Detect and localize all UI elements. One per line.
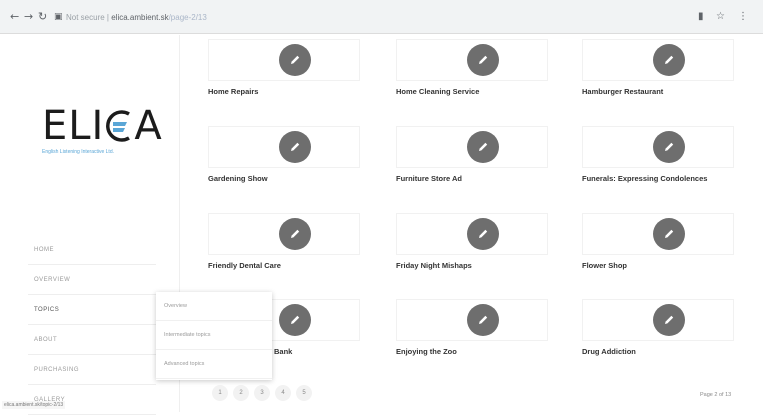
- topic-card[interactable]: Enjoying the Zoo: [382, 299, 552, 359]
- pencil-icon: [467, 44, 499, 76]
- card-title[interactable]: Home Repairs: [208, 87, 258, 96]
- sidebar-item-gallery[interactable]: GALLERY: [28, 385, 156, 415]
- logo-c-icon: [105, 109, 133, 143]
- topic-card[interactable]: Funerals: Expressing Condolences: [568, 126, 738, 186]
- pencil-icon: [467, 218, 499, 250]
- forward-icon[interactable]: →: [24, 11, 33, 23]
- card-title[interactable]: Enjoying the Zoo: [396, 347, 457, 356]
- topic-card[interactable]: Friday Night Mishaps: [382, 213, 552, 273]
- card-title[interactable]: Gardening Show: [208, 174, 268, 183]
- topic-card[interactable]: Friendly Dental Care: [194, 213, 364, 273]
- menu-icon[interactable]: ⋮: [738, 11, 748, 23]
- address-prefix: Not secure |: [66, 13, 109, 22]
- card-thumbnail[interactable]: [208, 213, 360, 255]
- card-thumbnail[interactable]: [396, 126, 548, 168]
- sidebar-item-topics[interactable]: TOPICS: [28, 295, 156, 325]
- pencil-icon: [279, 44, 311, 76]
- card-thumbnail[interactable]: [396, 213, 548, 255]
- topic-card[interactable]: Home Repairs: [194, 39, 364, 99]
- topics-dropdown: Overview Intermediate topics Advanced to…: [156, 292, 272, 380]
- card-thumbnail[interactable]: [582, 299, 734, 341]
- dropdown-item-advanced[interactable]: Advanced topics: [156, 350, 272, 379]
- card-title[interactable]: Hamburger Restaurant: [582, 87, 663, 96]
- back-icon[interactable]: ←: [10, 11, 19, 23]
- page-button[interactable]: 3: [254, 385, 270, 401]
- card-title[interactable]: Friendly Dental Care: [208, 261, 281, 270]
- sidebar-item-home[interactable]: HOME: [28, 235, 156, 265]
- card-thumbnail[interactable]: [396, 39, 548, 81]
- dropdown-item-intermediate[interactable]: Intermediate topics: [156, 321, 272, 350]
- logo-text-left: ELI: [42, 103, 105, 149]
- pencil-icon: [653, 304, 685, 336]
- pencil-icon: [279, 218, 311, 250]
- pencil-icon: [467, 131, 499, 163]
- card-title[interactable]: Home Cleaning Service: [396, 87, 479, 96]
- page-button[interactable]: 5: [296, 385, 312, 401]
- pagination: 1 2 3 4 5: [212, 385, 312, 401]
- sidebar-item-purchasing[interactable]: PURCHASING: [28, 355, 156, 385]
- pencil-icon: [279, 304, 311, 336]
- logo-subtitle: English Listening Interactive Ltd.: [42, 149, 114, 155]
- sidebar-menu: HOME OVERVIEW TOPICS ABOUT PURCHASING GA…: [28, 235, 156, 415]
- page-button[interactable]: 4: [275, 385, 291, 401]
- sidebar-item-about[interactable]: ABOUT: [28, 325, 156, 355]
- topic-card[interactable]: Furniture Store Ad: [382, 126, 552, 186]
- site-info-icon[interactable]: ▣: [54, 11, 63, 23]
- card-title[interactable]: Flower Shop: [582, 261, 627, 270]
- card-thumbnail[interactable]: [582, 126, 734, 168]
- card-thumbnail[interactable]: [208, 126, 360, 168]
- page-button[interactable]: 1: [212, 385, 228, 401]
- card-thumbnail[interactable]: [396, 299, 548, 341]
- sidebar: ELI A English Listening Interactive Ltd.…: [0, 35, 180, 415]
- pencil-icon: [653, 44, 685, 76]
- topic-card[interactable]: Drug Addiction: [568, 299, 738, 359]
- topic-card[interactable]: Gardening Show: [194, 126, 364, 186]
- card-thumbnail[interactable]: [208, 39, 360, 81]
- page-info: Page 2 of 13: [700, 392, 732, 398]
- card-title[interactable]: Friday Night Mishaps: [396, 261, 472, 270]
- pencil-icon: [279, 131, 311, 163]
- browser-toolbar: ← → ↻ ▣ Not secure | elica.ambient.sk/pa…: [0, 0, 763, 34]
- bookmark-star-icon[interactable]: ☆: [716, 11, 725, 23]
- address-host: elica.ambient.sk: [111, 13, 169, 22]
- card-title[interactable]: Funerals: Expressing Condolences: [582, 174, 707, 183]
- topic-card[interactable]: Flower Shop: [568, 213, 738, 273]
- card-title[interactable]: Drug Addiction: [582, 347, 636, 356]
- card-title[interactable]: Furniture Store Ad: [396, 174, 462, 183]
- topic-card[interactable]: Home Cleaning Service: [382, 39, 552, 99]
- pencil-icon: [653, 131, 685, 163]
- status-bar-url: elica.ambient.sk/topic-2/13: [2, 401, 66, 409]
- card-title[interactable]: Bank: [274, 347, 292, 356]
- site-logo[interactable]: ELI A English Listening Interactive Ltd.: [42, 105, 162, 163]
- address-path: /page-2/13: [168, 13, 207, 22]
- sidebar-item-overview[interactable]: OVERVIEW: [28, 265, 156, 295]
- pencil-icon: [653, 218, 685, 250]
- page-button[interactable]: 2: [233, 385, 249, 401]
- logo-text-right: A: [134, 103, 163, 149]
- address-bar[interactable]: Not secure | elica.ambient.sk/page-2/13: [66, 10, 666, 25]
- sidebar-item-label: PURCHASING: [34, 367, 80, 373]
- card-thumbnail[interactable]: [582, 39, 734, 81]
- pencil-icon: [467, 304, 499, 336]
- topic-card[interactable]: Hamburger Restaurant: [568, 39, 738, 99]
- card-thumbnail[interactable]: [582, 213, 734, 255]
- extensions-icon[interactable]: ▮: [698, 11, 704, 23]
- sidebar-item-label: HOME: [34, 247, 54, 253]
- sidebar-item-label: TOPICS: [34, 307, 60, 313]
- sidebar-item-label: ABOUT: [34, 337, 58, 343]
- dropdown-item-overview[interactable]: Overview: [156, 292, 272, 321]
- reload-icon[interactable]: ↻: [38, 11, 47, 23]
- sidebar-item-label: OVERVIEW: [34, 277, 71, 283]
